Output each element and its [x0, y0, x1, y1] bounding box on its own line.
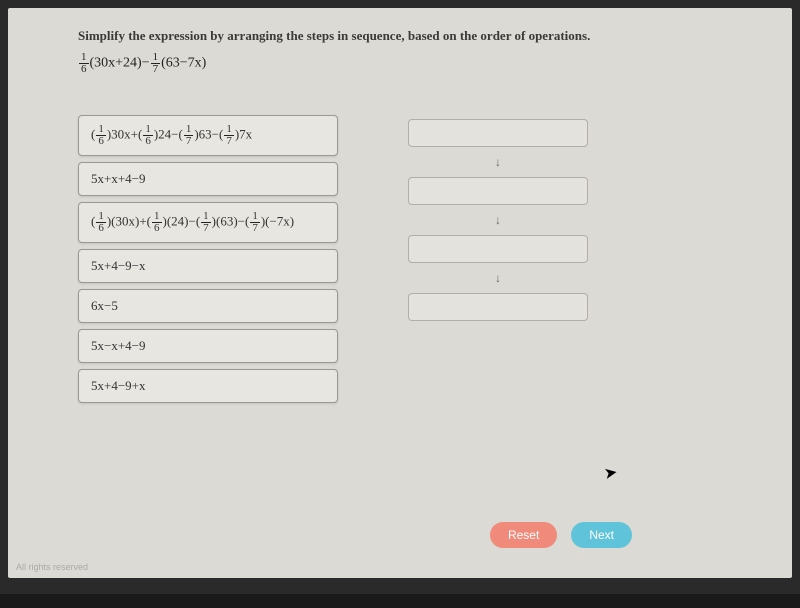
drop-slot[interactable] [408, 119, 588, 147]
tile-option[interactable]: 5x+4−9−x [78, 249, 338, 283]
work-area: (16)30x+(16)24−(17)63−(17)7x 5x+x+4−9 (1… [78, 115, 742, 403]
drop-slot[interactable] [408, 293, 588, 321]
next-button[interactable]: Next [571, 522, 632, 548]
fraction-2: 1 7 [151, 52, 161, 75]
tile-option[interactable]: (16)(30x)+(16)(24)−(17)(63)−(17)(−7x) [78, 202, 338, 243]
question-text: Simplify the expression by arranging the… [78, 28, 742, 44]
down-arrow-icon: ↓ [408, 155, 588, 169]
down-arrow-icon: ↓ [408, 213, 588, 227]
tile-list: (16)30x+(16)24−(17)63−(17)7x 5x+x+4−9 (1… [78, 115, 338, 403]
tile-option[interactable]: (16)30x+(16)24−(17)63−(17)7x [78, 115, 338, 156]
fraction-1: 1 6 [79, 52, 89, 75]
footer-copyright: All rights reserved [16, 562, 88, 572]
drop-slot[interactable] [408, 177, 588, 205]
tile-option[interactable]: 5x+x+4−9 [78, 162, 338, 196]
tile-option[interactable]: 5x+4−9+x [78, 369, 338, 403]
taskbar [0, 594, 800, 608]
cursor-icon: ➤ [602, 462, 619, 484]
tile-option[interactable]: 6x−5 [78, 289, 338, 323]
tile-option[interactable]: 5x−x+4−9 [78, 329, 338, 363]
button-row: Reset Next [490, 522, 632, 548]
slot-list: ↓ ↓ ↓ [408, 119, 588, 321]
screen: Simplify the expression by arranging the… [8, 8, 792, 578]
down-arrow-icon: ↓ [408, 271, 588, 285]
drop-slot[interactable] [408, 235, 588, 263]
reset-button[interactable]: Reset [490, 522, 557, 548]
main-expression: 1 6 (30x+24)− 1 7 (63−7x) [78, 52, 742, 75]
